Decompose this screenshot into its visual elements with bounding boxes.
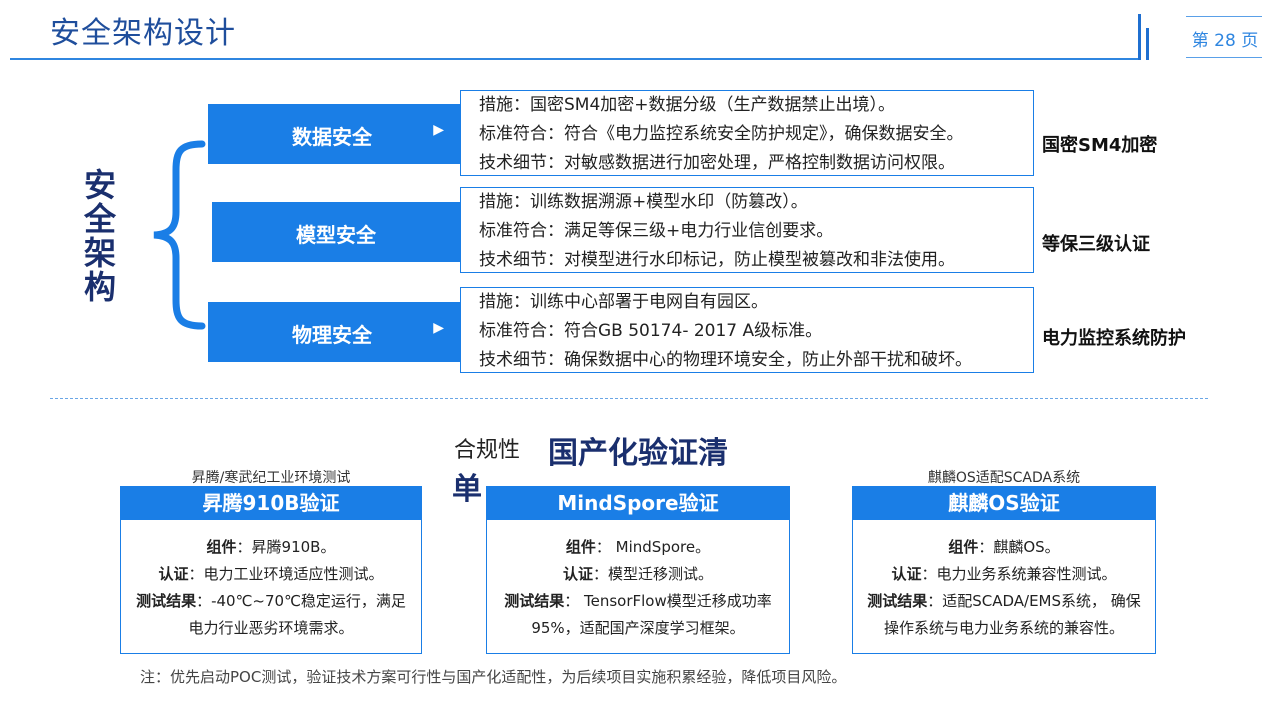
verification-card-mindspore: MindSpore验证 组件： MindSpore。 认证：模型迁移测试。 测试… <box>486 486 790 654</box>
tag-model-security: 等保三级认证 <box>1042 234 1150 255</box>
header-accent-bar <box>1138 14 1141 60</box>
card-title: MindSpore验证 <box>486 486 790 520</box>
compliance-heading: 国产化验证清 <box>548 436 728 471</box>
component-label: 组件 <box>206 538 237 556</box>
result-line: 测试结果：适配SCADA/EMS系统， 确保操作系统与电力业务系统的兼容性。 <box>861 588 1147 642</box>
tag-data-security: 国密SM4加密 <box>1042 135 1158 156</box>
cert-value: ：电力工业环境适应性测试。 <box>188 565 384 583</box>
card-caption: 麒麟OS适配SCADA系统 <box>927 470 1081 486</box>
compliance-heading-tail: 单 <box>452 472 482 507</box>
cert-value: ：模型迁移测试。 <box>593 565 714 583</box>
play-arrow-icon: ▶ <box>433 122 444 138</box>
page-title: 安全架构设计 <box>50 16 236 51</box>
component-label: 组件 <box>565 538 596 556</box>
result-label: 测试结果 <box>136 592 197 610</box>
play-arrow-icon: ▶ <box>433 320 444 336</box>
page-number: 第 28 页 <box>1191 31 1259 51</box>
side-title-char: 架 <box>83 234 116 272</box>
card-body: 组件：麒麟OS。 认证：电力业务系统兼容性测试。 测试结果：适配SCADA/EM… <box>852 520 1156 654</box>
cert-label: 认证 <box>891 565 922 583</box>
category-label: 数据安全 <box>292 125 372 149</box>
detail-text: 技术细节：对敏感数据进行加密处理，严格控制数据访问权限。 <box>479 153 955 173</box>
card-title: 昇腾910B验证 <box>120 486 422 520</box>
cert-line: 认证：模型迁移测试。 <box>495 561 781 588</box>
side-title-char: 构 <box>83 268 116 306</box>
cert-label: 认证 <box>158 565 189 583</box>
card-body: 组件：昇腾910B。 认证：电力工业环境适应性测试。 测试结果：‑40℃~70℃… <box>120 520 422 654</box>
tag-physical-security: 电力监控系统防护 <box>1042 328 1186 349</box>
result-value: ： TensorFlow模型迁移成功率95%，适配国产深度学习框架。 <box>531 592 772 637</box>
verification-card-kylin: 麒麟OS验证 组件：麒麟OS。 认证：电力业务系统兼容性测试。 测试结果：适配S… <box>852 486 1156 654</box>
category-label: 物理安全 <box>292 323 372 347</box>
cert-line: 认证：电力工业环境适应性测试。 <box>129 561 413 588</box>
footer-note: 注：优先启动POC测试，验证技术方案可行性与国产化适配性，为后续项目实施积累经验… <box>140 668 847 686</box>
result-line: 测试结果： TensorFlow模型迁移成功率95%，适配国产深度学习框架。 <box>495 588 781 642</box>
measure-text: 措施：训练数据溯源+模型水印（防篡改）。 <box>479 192 808 212</box>
result-line: 测试结果：‑40℃~70℃稳定运行，满足电力行业恶劣环境需求。 <box>129 588 413 642</box>
cert-line: 认证：电力业务系统兼容性测试。 <box>861 561 1147 588</box>
side-title-char: 全 <box>83 200 116 238</box>
detail-text: 技术细节：确保数据中心的物理环境安全，防止外部干扰和破坏。 <box>479 350 972 370</box>
architecture-side-title: 安 全 架 构 <box>80 168 120 304</box>
component-value: ：昇腾910B。 <box>236 538 336 556</box>
detail-box-data-security: 措施：国密SM4加密+数据分级（生产数据禁止出境）。 标准符合：符合《电力监控系… <box>460 90 1034 176</box>
component-line: 组件： MindSpore。 <box>495 534 781 561</box>
card-caption: 昇腾/寒武纪工业环境测试 <box>191 470 351 486</box>
detail-box-model-security: 措施：训练数据溯源+模型水印（防篡改）。 标准符合：满足等保三级+电力行业信创要… <box>460 187 1034 273</box>
title-underline <box>10 58 1140 60</box>
measure-text: 措施：训练中心部署于电网自有园区。 <box>479 292 768 312</box>
card-title: 麒麟OS验证 <box>852 486 1156 520</box>
header-accent-bar-short <box>1146 28 1149 60</box>
component-value: ：麒麟OS。 <box>978 538 1060 556</box>
measure-text: 措施：国密SM4加密+数据分级（生产数据禁止出境）。 <box>479 95 896 115</box>
component-label: 组件 <box>948 538 979 556</box>
result-label: 测试结果 <box>504 592 565 610</box>
standard-text: 标准符合：满足等保三级+电力行业信创要求。 <box>479 221 834 241</box>
result-value: ：‑40℃~70℃稳定运行，满足电力行业恶劣环境需求。 <box>188 592 406 637</box>
side-title-char: 安 <box>83 166 116 204</box>
detail-box-physical-security: 措施：训练中心部署于电网自有园区。 标准符合：符合GB 50174- 2017 … <box>460 287 1034 373</box>
component-value: ： MindSpore。 <box>595 538 711 556</box>
category-label: 模型安全 <box>296 223 376 247</box>
detail-text: 技术细节：对模型进行水印标记，防止模型被篡改和非法使用。 <box>479 250 955 270</box>
component-line: 组件：昇腾910B。 <box>129 534 413 561</box>
cert-label: 认证 <box>562 565 593 583</box>
card-body: 组件： MindSpore。 认证：模型迁移测试。 测试结果： TensorFl… <box>486 520 790 654</box>
verification-card-ascend: 昇腾910B验证 组件：昇腾910B。 认证：电力工业环境适应性测试。 测试结果… <box>120 486 422 654</box>
category-physical-security: 物理安全 ▶ <box>208 302 464 362</box>
cert-value: ：电力业务系统兼容性测试。 <box>921 565 1117 583</box>
category-data-security: 数据安全 ▶ <box>208 104 464 164</box>
compliance-heading-small: 合规性 <box>454 438 521 463</box>
component-line: 组件：麒麟OS。 <box>861 534 1147 561</box>
standard-text: 标准符合：符合《电力监控系统安全防护规定》，确保数据安全。 <box>479 124 964 144</box>
result-label: 测试结果 <box>867 592 928 610</box>
category-model-security: 模型安全 <box>212 202 464 262</box>
dashed-divider <box>50 398 1208 399</box>
standard-text: 标准符合：符合GB 50174- 2017 A级标准。 <box>479 321 823 341</box>
